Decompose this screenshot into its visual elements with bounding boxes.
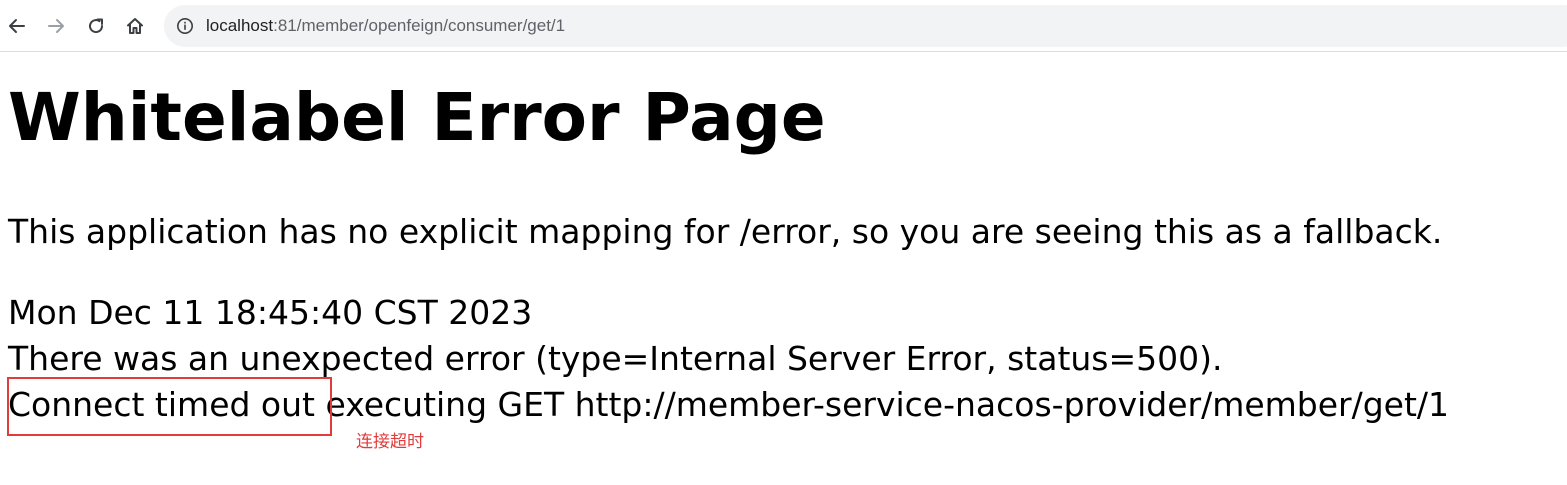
info-circle-icon[interactable]	[176, 17, 194, 35]
url-path: :81/member/openfeign/consumer/get/1	[273, 16, 566, 35]
url-text[interactable]: localhost:81/member/openfeign/consumer/g…	[206, 15, 565, 37]
error-type-text: There was an unexpected error (type=Inte…	[8, 339, 1223, 378]
reload-icon	[89, 18, 104, 34]
forward-button[interactable]	[40, 10, 72, 42]
page-title: Whitelabel Error Page	[8, 79, 826, 156]
arrow-left-icon	[9, 19, 25, 33]
home-button[interactable]	[119, 10, 151, 42]
reload-button[interactable]	[80, 10, 112, 42]
timestamp-text: Mon Dec 11 18:45:40 CST 2023	[8, 293, 533, 332]
home-icon	[127, 18, 143, 34]
description-text: This application has no explicit mapping…	[8, 212, 1443, 251]
annotation-highlight-box	[7, 377, 332, 436]
address-bar[interactable]: localhost:81/member/openfeign/consumer/g…	[164, 5, 1567, 47]
annotation-label: 连接超时	[356, 432, 424, 452]
browser-toolbar: localhost:81/member/openfeign/consumer/g…	[0, 0, 1567, 52]
url-host: localhost	[206, 16, 274, 35]
back-button[interactable]	[1, 10, 33, 42]
arrow-right-icon	[48, 19, 64, 33]
error-message-rest: executing GET http://member-service-naco…	[314, 385, 1450, 424]
